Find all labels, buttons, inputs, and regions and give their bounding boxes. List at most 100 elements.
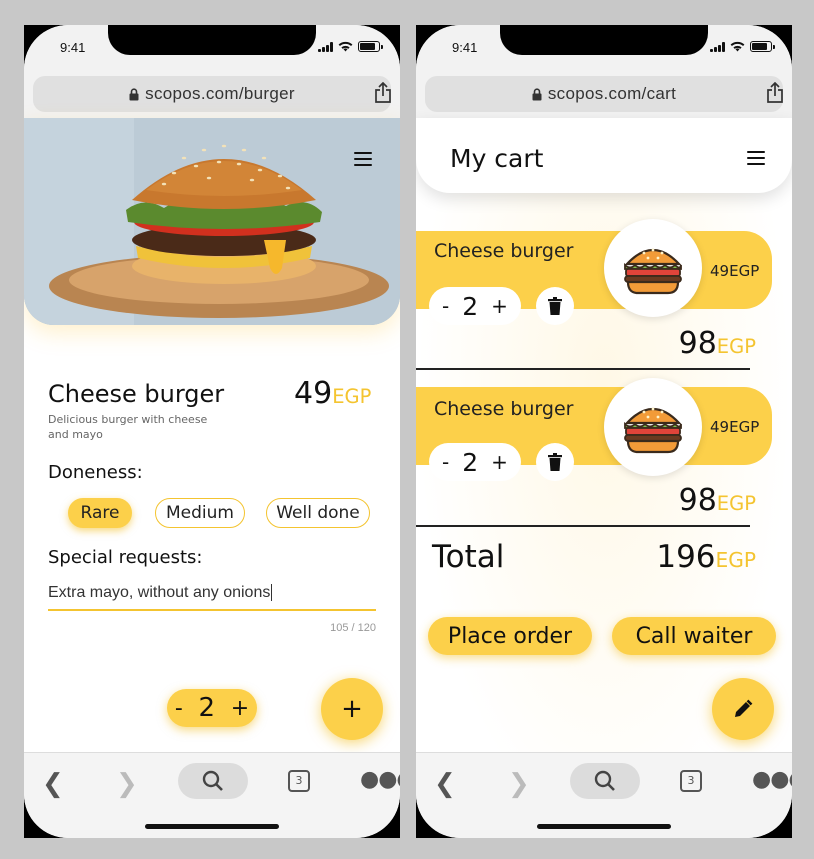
lock-icon (129, 87, 139, 100)
home-indicator (537, 824, 671, 829)
home-indicator (145, 824, 279, 829)
cart-item-name: Cheese burger (434, 240, 574, 262)
cart-item-increase-button[interactable]: + (491, 450, 508, 474)
cart-item-decrease-button[interactable]: - (442, 294, 449, 318)
cart-item-unit-price: 49EGP (710, 262, 760, 280)
doneness-option-well-done[interactable]: Well done (266, 498, 370, 528)
forward-icon[interactable]: ❯ (508, 769, 530, 799)
cart-item-subtotal-currency: EGP (716, 492, 756, 515)
product-name: Cheese burger (48, 380, 225, 408)
cart-item: Cheese burger - 2 + 49EGP (416, 378, 772, 481)
url-text: scopos.com/burger (145, 84, 295, 103)
back-icon[interactable]: ❮ (42, 769, 64, 799)
trash-icon (548, 297, 562, 315)
status-icons (710, 41, 775, 52)
status-bar: 9:41 (24, 25, 400, 75)
trash-icon (548, 453, 562, 471)
more-icon[interactable]: ●●● (752, 767, 792, 792)
share-icon[interactable] (374, 82, 392, 104)
burger-icon (624, 248, 682, 295)
cart-item-name: Cheese burger (434, 398, 574, 420)
divider (416, 525, 750, 527)
cart-item-subtotal: 98EGP (679, 326, 756, 361)
product-hero-image (24, 118, 400, 325)
cart-item-quantity: 2 (462, 447, 479, 477)
cart-item-subtotal-value: 98 (678, 326, 717, 361)
address-bar-area: scopos.com/burger (24, 75, 400, 118)
notch (108, 25, 316, 55)
cart-item-image (604, 378, 702, 476)
doneness-option-rare[interactable]: Rare (68, 498, 132, 528)
address-bar[interactable]: scopos.com/burger (33, 76, 391, 112)
cart-header: My cart (416, 118, 792, 193)
more-icon[interactable]: ●●● (360, 767, 400, 792)
tabs-icon[interactable]: 3 (288, 770, 310, 792)
delete-item-button[interactable] (536, 287, 574, 325)
cart-item-stepper: - 2 + (429, 443, 521, 481)
battery-icon (358, 41, 383, 52)
quantity-value: 2 (198, 693, 216, 723)
product-price-currency: EGP (332, 385, 372, 408)
browser-toolbar: ❮ ❯ 3 ●●● (416, 752, 792, 838)
wifi-icon (730, 41, 745, 52)
forward-icon[interactable]: ❯ (116, 769, 138, 799)
character-counter: 105 / 120 (330, 622, 376, 634)
cart-item-subtotal-currency: EGP (716, 335, 756, 358)
menu-icon[interactable] (354, 152, 372, 166)
lock-icon (532, 87, 542, 100)
cart-item-subtotal: 98EGP (679, 483, 756, 518)
cart-item-stepper: - 2 + (429, 287, 521, 325)
product-price-value: 49 (294, 376, 333, 411)
phone-product: 9:41 scopos.com/burger Cheese burger 49E… (24, 25, 400, 838)
phone-cart: 9:41 scopos.com/cart My cart Cheese burg… (416, 25, 792, 838)
status-bar: 9:41 (416, 25, 792, 75)
quantity-decrease-button[interactable]: - (175, 696, 183, 721)
cart-item-unit-price: 49EGP (710, 418, 760, 436)
product-description: Delicious burger with cheese and mayo (48, 413, 208, 441)
signal-icon (318, 42, 333, 52)
text-cursor (271, 584, 273, 601)
special-requests-input[interactable]: Extra mayo, without any onions (48, 581, 376, 611)
product-screen: 9:41 scopos.com/burger Cheese burger 49E… (24, 25, 400, 838)
share-icon[interactable] (766, 82, 784, 104)
cart-item-increase-button[interactable]: + (491, 294, 508, 318)
status-time: 9:41 (452, 40, 478, 55)
status-time: 9:41 (60, 40, 86, 55)
status-icons (318, 41, 383, 52)
address-bar[interactable]: scopos.com/cart (425, 76, 783, 112)
url-text: scopos.com/cart (547, 84, 677, 103)
total-amount: 196EGP (656, 539, 756, 575)
burger-photo (24, 118, 400, 325)
edit-button[interactable] (712, 678, 774, 740)
browser-toolbar: ❮ ❯ 3 ●●● (24, 752, 400, 838)
cart-item-decrease-button[interactable]: - (442, 450, 449, 474)
product-price: 49EGP (294, 376, 371, 411)
page-title: My cart (450, 144, 544, 173)
burger-icon (624, 407, 682, 454)
call-waiter-button[interactable]: Call waiter (612, 617, 776, 655)
menu-icon[interactable] (747, 151, 765, 165)
special-requests-value: Extra mayo, without any onions (48, 584, 271, 601)
total-currency: EGP (715, 548, 756, 572)
quantity-stepper: - 2 + (167, 689, 257, 727)
cart-item-subtotal-value: 98 (678, 483, 717, 518)
quantity-increase-button[interactable]: + (231, 696, 249, 721)
address-bar-area: scopos.com/cart (416, 75, 792, 118)
signal-icon (710, 42, 725, 52)
cart-item: Cheese burger - 2 + 49EGP (416, 219, 772, 325)
delete-item-button[interactable] (536, 443, 574, 481)
cart-screen: 9:41 scopos.com/cart My cart Cheese burg… (416, 25, 792, 838)
place-order-button[interactable]: Place order (428, 617, 592, 655)
add-to-cart-button[interactable]: + (321, 678, 383, 740)
doneness-option-medium[interactable]: Medium (155, 498, 245, 528)
search-icon (202, 770, 223, 791)
total-label: Total (432, 539, 505, 575)
search-button[interactable] (178, 763, 248, 799)
back-icon[interactable]: ❮ (434, 769, 456, 799)
doneness-label: Doneness: (48, 462, 143, 483)
search-icon (594, 770, 615, 791)
divider (416, 368, 750, 370)
notch (500, 25, 708, 55)
tabs-icon[interactable]: 3 (680, 770, 702, 792)
search-button[interactable] (570, 763, 640, 799)
